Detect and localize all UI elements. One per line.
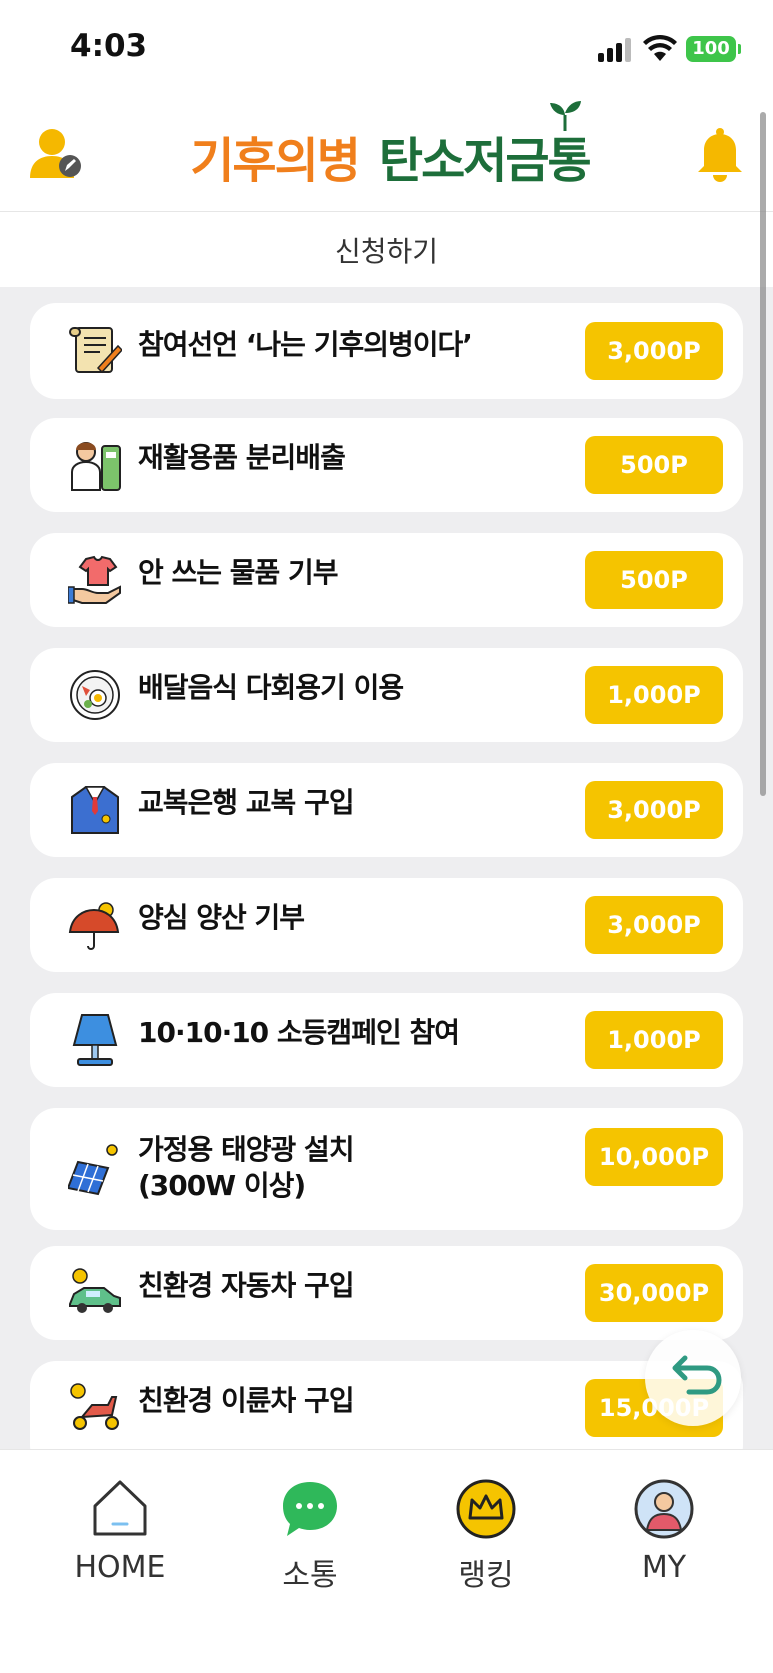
item-label: 배달음식 다회용기 이용 [138, 671, 404, 704]
manifesto-scroll-icon [69, 327, 122, 374]
back-fab-button[interactable] [645, 1330, 741, 1426]
list-item[interactable]: 배달음식 다회용기 이용 1,000P [30, 648, 743, 742]
points-button[interactable]: 1,000P [585, 1011, 723, 1069]
sun-umbrella-icon [68, 902, 120, 950]
logo-text-green-label: 탄소저금통 [378, 133, 592, 189]
donate-shirt-hand-icon [68, 555, 121, 604]
tab-ranking[interactable]: 랭킹 [416, 1478, 556, 1594]
apply-list: 참여선언 ‘나는 기후의병이다’ 3,000P 재활용품 분리배출 500P 안… [0, 287, 773, 1449]
page-title: 신청하기 [0, 212, 773, 287]
food-plate-icon [70, 670, 120, 720]
solar-panel-icon [68, 1144, 118, 1196]
tab-my-label: MY [641, 1550, 687, 1585]
list-item[interactable]: 양심 양산 기부 3,000P [30, 878, 743, 972]
points-button[interactable]: 1,000P [585, 666, 723, 724]
logo-text-orange: 기후의병 [190, 133, 361, 189]
bottom-tab-bar: HOME 소통 랭킹 MY [0, 1449, 773, 1673]
app-logo: 기후의병 탄소저금통 [160, 100, 620, 212]
tab-home-label: HOME [74, 1550, 166, 1585]
list-item[interactable]: 재활용품 분리배출 500P [30, 418, 743, 512]
user-avatar-icon [634, 1479, 694, 1539]
status-bar: 4:03 100 [0, 0, 773, 100]
status-time: 4:03 [70, 28, 148, 64]
wifi-icon [643, 34, 677, 61]
tab-community[interactable]: 소통 [240, 1478, 380, 1594]
points-button[interactable]: 500P [585, 436, 723, 494]
item-label: 가정용 태양광 설치 [138, 1133, 355, 1166]
list-item[interactable]: 가정용 태양광 설치 (300W 이상) 10,000P [30, 1108, 743, 1230]
app-header: 기후의병 탄소저금통 [0, 100, 773, 212]
logo-text-green: 탄소저금통 [378, 101, 592, 191]
item-label: 양심 양산 기부 [138, 901, 305, 934]
eco-car-icon [69, 1268, 121, 1313]
sprout-icon [549, 101, 581, 131]
item-label: 친환경 이륜차 구입 [138, 1384, 355, 1417]
item-label-sub: (300W 이상) [138, 1169, 306, 1202]
item-label: 친환경 자동차 구입 [138, 1269, 355, 1302]
list-item[interactable]: 참여선언 ‘나는 기후의병이다’ 3,000P [30, 303, 743, 399]
scrollbar[interactable] [760, 112, 766, 796]
tab-community-label: 소통 [282, 1558, 338, 1593]
undo-arrow-icon [672, 1355, 722, 1395]
battery-indicator: 100 [686, 36, 741, 62]
tab-ranking-label: 랭킹 [458, 1558, 514, 1593]
chat-bubble-icon [283, 1482, 337, 1536]
list-item[interactable]: 친환경 이륜차 구입 15,000P [30, 1361, 743, 1449]
list-item[interactable]: 10·10·10 소등캠페인 참여 1,000P [30, 993, 743, 1087]
item-label: 재활용품 분리배출 [138, 441, 346, 474]
list-item[interactable]: 친환경 자동차 구입 30,000P [30, 1246, 743, 1340]
tab-my[interactable]: MY [594, 1478, 734, 1585]
crown-icon [456, 1479, 516, 1539]
eco-scooter-icon [70, 1383, 119, 1430]
recycling-person-icon [71, 442, 121, 491]
school-uniform-icon [71, 786, 119, 834]
home-icon [93, 1480, 147, 1536]
lamp-icon [72, 1014, 118, 1066]
notification-bell-icon[interactable] [694, 126, 746, 184]
points-button[interactable]: 3,000P [585, 781, 723, 839]
item-label: 10·10·10 소등캠페인 참여 [138, 1016, 460, 1049]
profile-edit-icon[interactable] [28, 126, 86, 184]
points-button[interactable]: 10,000P [585, 1128, 723, 1186]
cellular-signal-icon [598, 38, 634, 62]
tab-home[interactable]: HOME [50, 1478, 190, 1585]
points-button[interactable]: 500P [585, 551, 723, 609]
item-label: 교복은행 교복 구입 [138, 786, 355, 819]
points-button[interactable]: 3,000P [585, 322, 723, 380]
item-label: 안 쓰는 물품 기부 [138, 556, 339, 589]
list-item[interactable]: 교복은행 교복 구입 3,000P [30, 763, 743, 857]
item-label: 참여선언 ‘나는 기후의병이다’ [138, 328, 473, 361]
points-button[interactable]: 3,000P [585, 896, 723, 954]
points-button[interactable]: 30,000P [585, 1264, 723, 1322]
list-item[interactable]: 안 쓰는 물품 기부 500P [30, 533, 743, 627]
